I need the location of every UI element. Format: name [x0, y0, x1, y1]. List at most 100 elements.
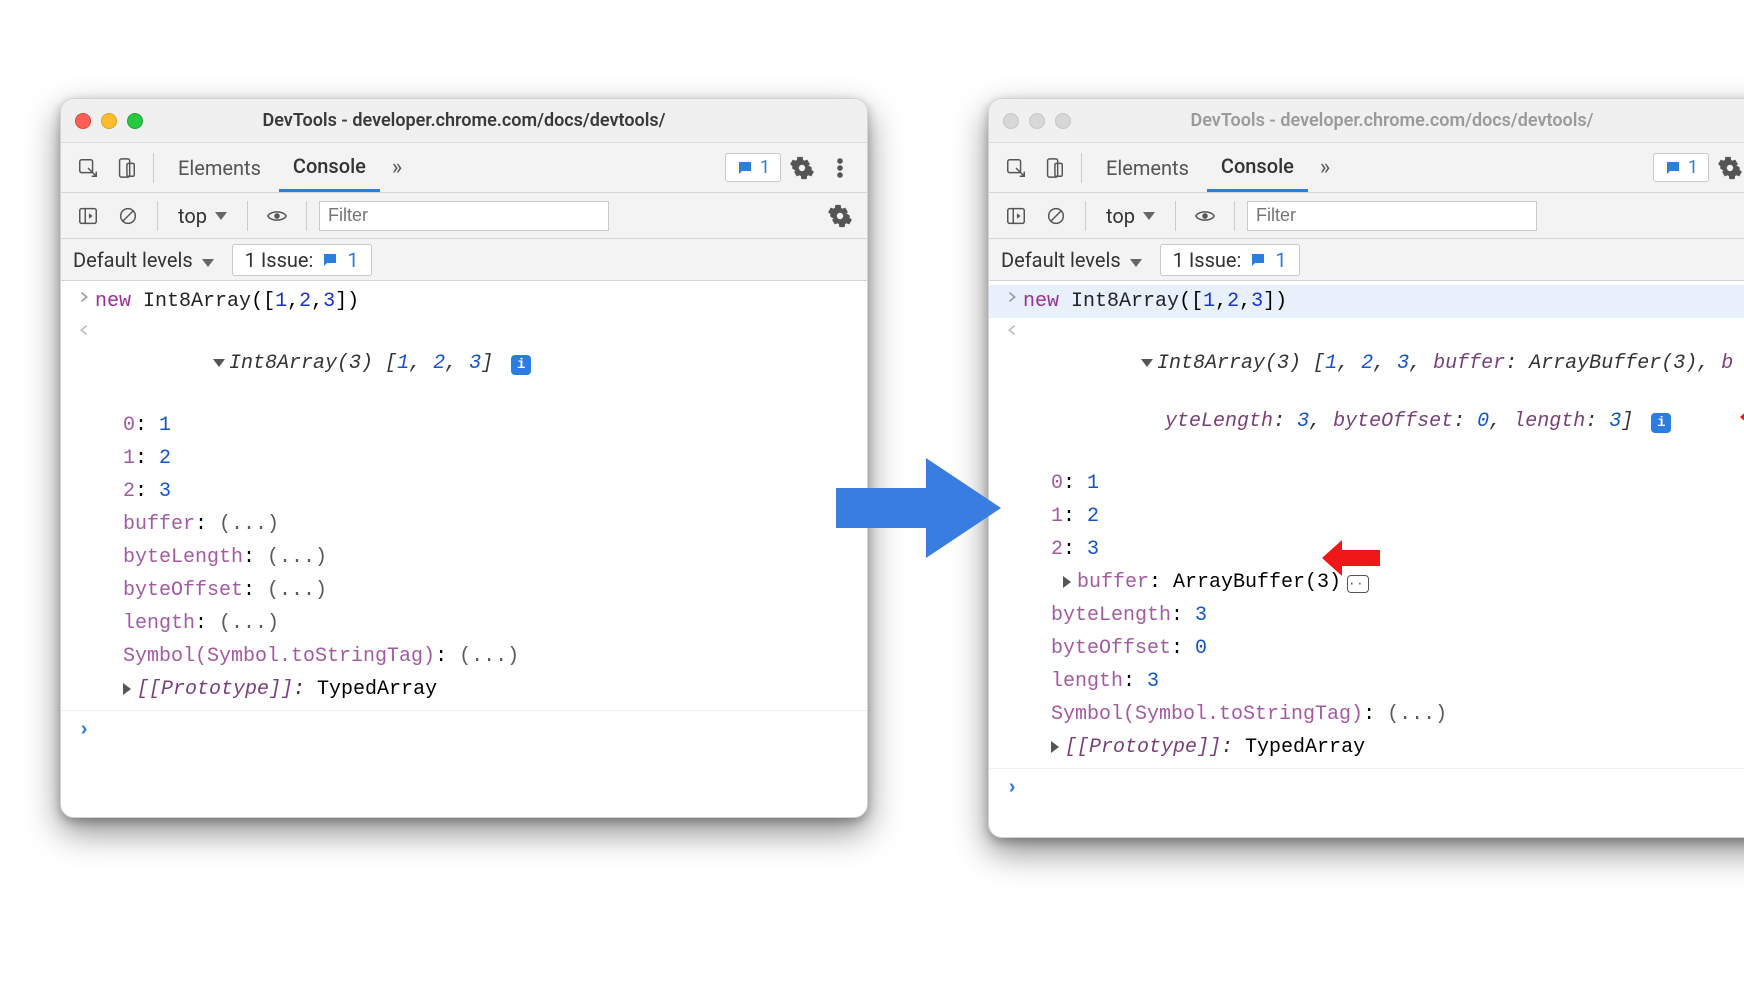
info-badge-icon[interactable]: i [511, 355, 531, 375]
inspect-element-icon[interactable] [999, 151, 1033, 185]
disclosure-triangle-icon[interactable] [1051, 741, 1059, 753]
property-row[interactable]: 1: 2 [989, 500, 1744, 533]
disclosure-triangle-icon[interactable] [123, 683, 131, 695]
zoom-window-icon[interactable] [127, 113, 143, 129]
console-output-row[interactable]: Int8Array(3) [1, 2, 3] i [61, 318, 867, 409]
chevron-down-icon [1130, 259, 1142, 267]
console-prompt-row[interactable]: › [989, 768, 1744, 805]
tab-console[interactable]: Console [1207, 143, 1308, 192]
titlebar[interactable]: DevTools - developer.chrome.com/docs/dev… [989, 99, 1744, 143]
minimize-window-icon[interactable] [1029, 113, 1045, 129]
clear-console-icon[interactable] [111, 199, 145, 233]
property-row[interactable]: Symbol(Symbol.toStringTag): (...) [989, 698, 1744, 731]
input-chevron-icon [1001, 287, 1023, 304]
minimize-window-icon[interactable] [101, 113, 117, 129]
clear-console-icon[interactable] [1039, 199, 1073, 233]
devtools-window-right: DevTools - developer.chrome.com/docs/dev… [988, 98, 1744, 838]
more-menu-icon[interactable] [823, 151, 857, 185]
traffic-lights[interactable] [1003, 113, 1071, 129]
device-toolbar-icon[interactable] [109, 151, 143, 185]
window-title: DevTools - developer.chrome.com/docs/dev… [61, 110, 867, 131]
close-window-icon[interactable] [75, 113, 91, 129]
zoom-window-icon[interactable] [1055, 113, 1071, 129]
issues-counter[interactable]: 1 [725, 153, 781, 182]
disclosure-triangle-icon[interactable] [213, 359, 225, 367]
issues-counter[interactable]: 1 [1653, 153, 1709, 182]
property-row[interactable]: 0: 1 [61, 409, 867, 442]
property-row[interactable]: 0: 1 [989, 467, 1744, 500]
console-prompt-row[interactable]: › [61, 710, 867, 747]
context-label: top [178, 204, 207, 228]
disclosure-triangle-icon[interactable] [1141, 359, 1153, 367]
property-row[interactable]: byteLength: 3 [989, 599, 1744, 632]
traffic-lights[interactable] [75, 113, 143, 129]
console-settings-icon[interactable] [823, 199, 857, 233]
issues-pill[interactable]: 1 Issue: 1 [1160, 244, 1300, 276]
live-expression-icon[interactable] [1188, 199, 1222, 233]
prototype-row[interactable]: [[Prototype]]: TypedArray [989, 731, 1744, 764]
filter-input[interactable] [1247, 201, 1537, 231]
filter-input[interactable] [319, 201, 609, 231]
prototype-label: [[Prototype]] [1065, 736, 1221, 759]
inspect-element-icon[interactable] [71, 151, 105, 185]
tab-bar: Elements Console » 1 [989, 143, 1744, 193]
tab-console-label: Console [293, 154, 366, 178]
info-badge-icon[interactable]: i [1651, 413, 1671, 433]
chevron-down-icon [215, 212, 227, 220]
tab-elements[interactable]: Elements [1092, 143, 1203, 192]
property-row[interactable]: byteLength: (...) [61, 541, 867, 574]
property-row[interactable]: byteOffset: 0 [989, 632, 1744, 665]
console-output-row[interactable]: Int8Array(3) [1, 2, 3, buffer: ArrayBuff… [989, 318, 1744, 467]
levels-label: Default levels [73, 248, 193, 272]
levels-selector[interactable]: Default levels [1001, 248, 1142, 272]
callout-arrow-icon [1320, 538, 1380, 578]
callout-arrow-icon [1738, 397, 1744, 437]
tab-elements[interactable]: Elements [164, 143, 275, 192]
issues-pill[interactable]: 1 Issue: 1 [232, 244, 372, 276]
prototype-value: TypedArray [1245, 736, 1365, 759]
window-title: DevTools - developer.chrome.com/docs/dev… [989, 110, 1744, 131]
prompt-chevron-icon: › [78, 716, 90, 745]
property-row[interactable]: length: (...) [61, 607, 867, 640]
property-row[interactable]: 1: 2 [61, 442, 867, 475]
prototype-value: TypedArray [317, 678, 437, 701]
tab-elements-label: Elements [178, 156, 261, 180]
context-selector[interactable]: top [1098, 204, 1163, 228]
console-toolbar: top [989, 193, 1744, 239]
prompt-chevron-icon: › [1006, 774, 1018, 803]
device-toolbar-icon[interactable] [1037, 151, 1071, 185]
titlebar[interactable]: DevTools - developer.chrome.com/docs/dev… [61, 99, 867, 143]
close-window-icon[interactable] [1003, 113, 1019, 129]
tabs-overflow-icon[interactable]: » [384, 155, 410, 180]
chevron-down-icon [202, 259, 214, 267]
property-row[interactable]: length: 3 [989, 665, 1744, 698]
tab-console-label: Console [1221, 154, 1294, 178]
issues-pill-label: 1 Issue: [245, 248, 314, 272]
property-row[interactable]: Symbol(Symbol.toStringTag): (...) [61, 640, 867, 673]
tab-elements-label: Elements [1106, 156, 1189, 180]
settings-icon[interactable] [785, 151, 819, 185]
property-row[interactable]: byteOffset: (...) [61, 574, 867, 607]
toggle-sidebar-icon[interactable] [71, 199, 105, 233]
preview-type: Int8Array(3) [229, 352, 385, 375]
context-label: top [1106, 204, 1135, 228]
property-row[interactable]: 2: 3 [61, 475, 867, 508]
console-filter-bar: Default levels 1 Issue: 1 [61, 239, 867, 281]
console-input-row: new Int8Array([1,2,3]) [989, 285, 1744, 318]
context-selector[interactable]: top [170, 204, 235, 228]
issues-pill-num: 1 [1275, 248, 1286, 272]
devtools-window-left: DevTools - developer.chrome.com/docs/dev… [60, 98, 868, 818]
disclosure-triangle-icon[interactable] [1063, 576, 1071, 588]
settings-icon[interactable] [1713, 151, 1744, 185]
issues-pill-label: 1 Issue: [1173, 248, 1242, 272]
levels-selector[interactable]: Default levels [73, 248, 214, 272]
property-row[interactable]: buffer: (...) [61, 508, 867, 541]
tab-console[interactable]: Console [279, 143, 380, 192]
tabs-overflow-icon[interactable]: » [1312, 155, 1338, 180]
tab-bar: Elements Console » 1 [61, 143, 867, 193]
live-expression-icon[interactable] [260, 199, 294, 233]
toggle-sidebar-icon[interactable] [999, 199, 1033, 233]
prototype-row[interactable]: [[Prototype]]: TypedArray [61, 673, 867, 706]
chevron-down-icon [1143, 212, 1155, 220]
issues-count: 1 [1688, 157, 1698, 178]
